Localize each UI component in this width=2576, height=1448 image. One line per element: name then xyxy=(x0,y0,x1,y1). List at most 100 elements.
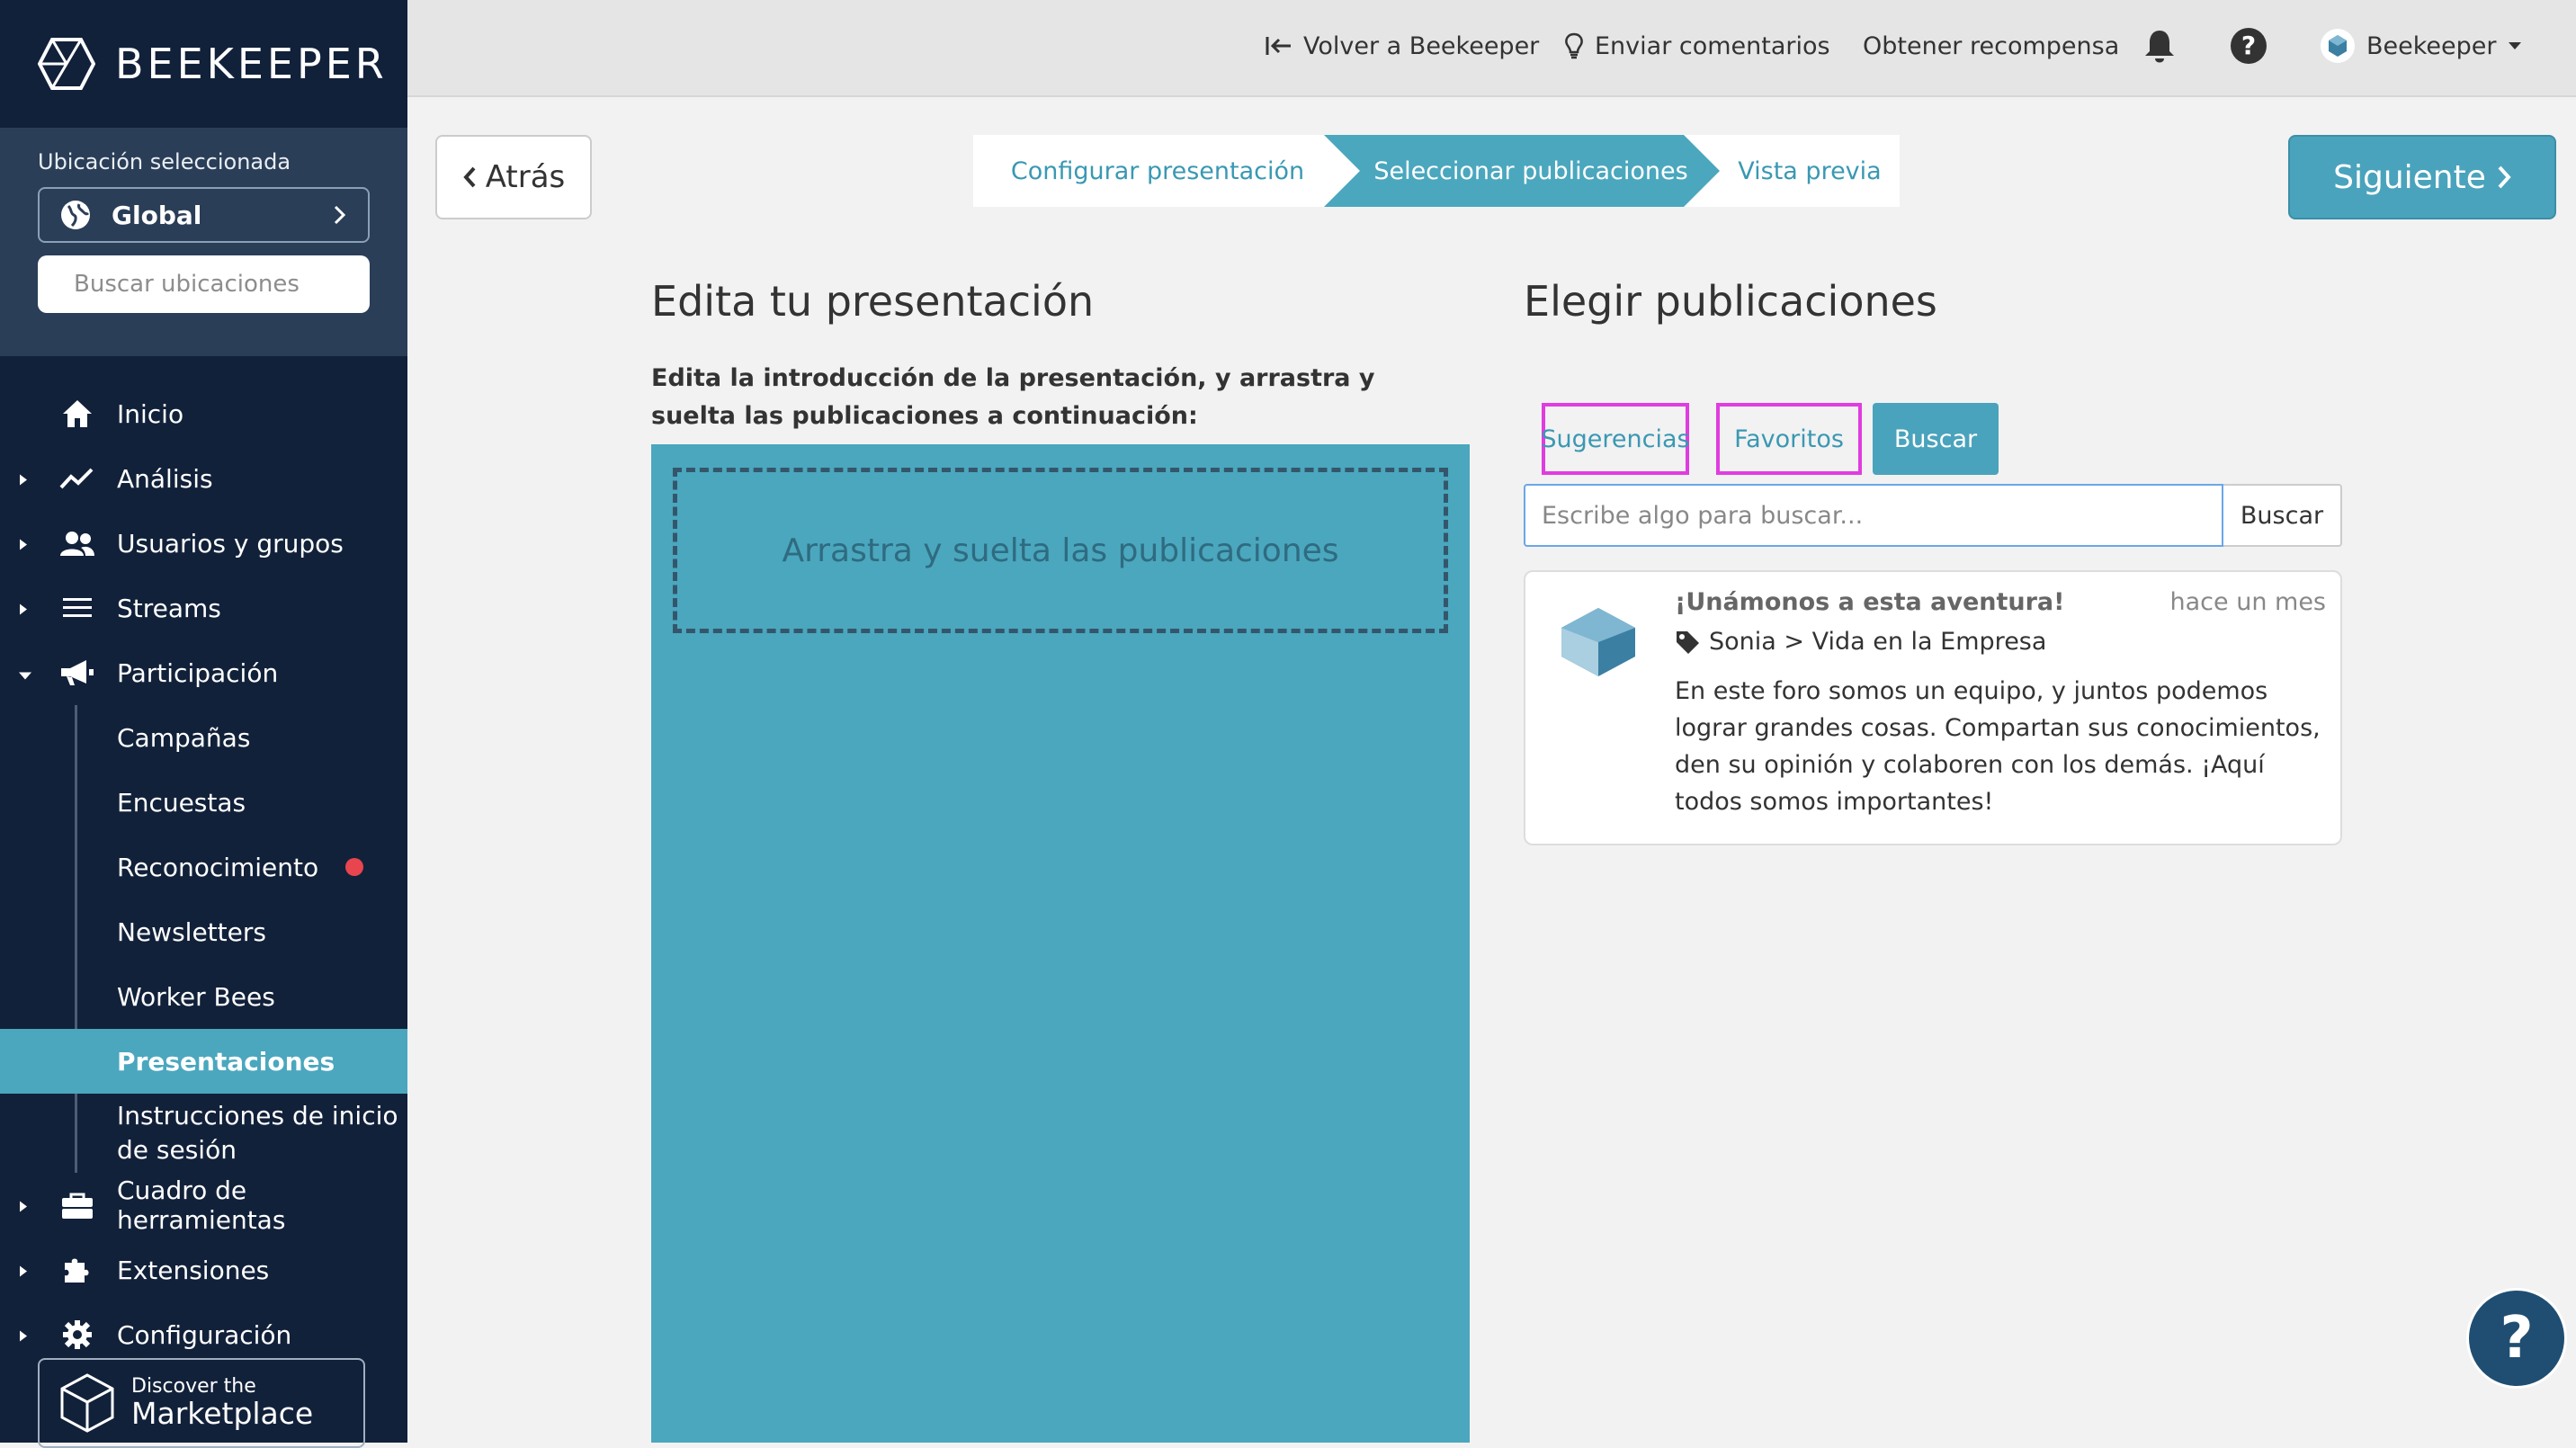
sidebar-item-label: Configuración xyxy=(117,1319,292,1350)
puzzle-icon xyxy=(59,1252,95,1288)
wizard-steps: Configurar presentación Seleccionar publ… xyxy=(973,135,1900,207)
sidebar-item-label: Extensiones xyxy=(117,1255,270,1285)
sidebar-item-analisis[interactable]: Análisis xyxy=(0,446,407,511)
back-button-label: Atrás xyxy=(485,159,566,195)
back-to-beekeeper-link[interactable]: Volver a Beekeeper xyxy=(1266,0,1539,92)
sidebar-item-reconocimiento[interactable]: Reconocimiento xyxy=(0,835,407,899)
tag-icon xyxy=(1677,630,1699,654)
step-label: Seleccionar publicaciones xyxy=(1373,156,1688,185)
caret-right-icon xyxy=(18,1320,29,1350)
question-circle-icon: ? xyxy=(2231,28,2267,64)
sidebar-item-presentaciones[interactable]: Presentaciones xyxy=(0,1029,407,1094)
lightbulb-icon xyxy=(1565,32,1583,59)
sidebar-item-usuarios[interactable]: Usuarios y grupos xyxy=(0,511,407,576)
marketplace-button[interactable]: Discover the Marketplace xyxy=(38,1358,365,1448)
avatar xyxy=(2321,29,2355,63)
sidebar-item-label: Cuadro de herramientas xyxy=(117,1175,286,1235)
post-card[interactable]: ¡Unámonos a esta aventura! hace un mes S… xyxy=(1524,570,2342,845)
sidebar-item-newsletters[interactable]: Newsletters xyxy=(0,899,407,964)
tab-favoritos[interactable]: Favoritos xyxy=(1716,403,1862,475)
caret-right-icon xyxy=(18,1191,29,1220)
sidebar-item-label: Reconocimiento xyxy=(117,852,319,882)
gear-icon xyxy=(59,1317,95,1353)
presentation-drop-panel[interactable]: Arrastra y suelta las publicaciones xyxy=(651,444,1470,1443)
notification-dot xyxy=(345,858,363,876)
step-label: Configurar presentación xyxy=(1010,156,1305,185)
sidebar-item-label: Streams xyxy=(117,593,221,623)
help-fab-label: ? xyxy=(2500,1305,2534,1372)
tab-label: Sugerencias xyxy=(1541,425,1690,453)
post-meta-text: Sonia > Vida en la Empresa xyxy=(1709,628,2047,656)
toolbox-icon xyxy=(59,1187,95,1223)
list-icon xyxy=(59,590,95,626)
tab-label: Favoritos xyxy=(1734,425,1844,453)
post-search-button-label: Buscar xyxy=(2240,501,2324,530)
tab-sugerencias[interactable]: Sugerencias xyxy=(1541,403,1690,475)
sidebar-item-streams[interactable]: Streams xyxy=(0,576,407,640)
location-panel: Ubicación seleccionada Global xyxy=(0,128,407,356)
globe-icon xyxy=(61,201,90,229)
chart-line-icon xyxy=(59,460,95,496)
location-search-input[interactable] xyxy=(72,270,367,299)
reward-link[interactable]: Obtener recompensa xyxy=(1863,0,2119,92)
marketplace-icon xyxy=(60,1373,114,1433)
sidebar-item-label: Campañas xyxy=(117,722,251,753)
sidebar-item-label: Usuarios y grupos xyxy=(117,528,344,559)
sidebar-item-instrucciones[interactable]: Instrucciones de inicio de sesión xyxy=(0,1094,407,1173)
post-search-button[interactable]: Buscar xyxy=(2223,484,2342,547)
bell-icon xyxy=(2145,31,2174,63)
participacion-submenu: Campañas Encuestas Reconocimiento Newsle… xyxy=(0,705,407,1173)
caret-right-icon xyxy=(18,464,29,494)
sidebar: BEEKEEPER Ubicación seleccionada Global … xyxy=(0,0,407,1448)
sidebar-item-participacion[interactable]: Participación xyxy=(0,640,407,705)
help-button[interactable]: ? xyxy=(2230,0,2267,92)
location-select[interactable]: Global xyxy=(38,187,370,243)
step-configurar[interactable]: Configurar presentación xyxy=(973,135,1342,207)
caret-down-icon xyxy=(2508,42,2521,49)
tab-buscar[interactable]: Buscar xyxy=(1873,403,1999,475)
back-button[interactable]: Atrás xyxy=(435,135,592,219)
sidebar-item-workerbees[interactable]: Worker Bees xyxy=(0,964,407,1029)
location-search[interactable] xyxy=(38,255,370,313)
caret-down-icon xyxy=(18,658,32,688)
caret-right-icon xyxy=(18,529,29,559)
chevron-right-icon xyxy=(2498,165,2511,189)
post-search-row: Buscar xyxy=(1524,484,2342,547)
home-icon xyxy=(59,396,95,432)
feedback-link[interactable]: Enviar comentarios xyxy=(1564,0,1830,92)
post-body: En este foro somos un equipo, y juntos p… xyxy=(1675,677,2321,816)
top-bar: Volver a Beekeeper Enviar comentarios Ob… xyxy=(407,0,2576,97)
next-button[interactable]: Siguiente xyxy=(2288,135,2556,219)
edit-presentation-title: Edita tu presentación xyxy=(651,277,1095,326)
sidebar-item-inicio[interactable]: Inicio xyxy=(0,381,407,446)
sidebar-item-herramientas[interactable]: Cuadro de herramientas xyxy=(0,1173,407,1238)
user-menu[interactable]: Beekeeper xyxy=(2320,0,2522,92)
sidebar-item-label: Análisis xyxy=(117,463,213,494)
edit-presentation-subtitle: Edita la introducción de la presentación… xyxy=(651,364,1375,430)
feedback-label: Enviar comentarios xyxy=(1595,31,1830,60)
step-label: Vista previa xyxy=(1738,156,1882,185)
location-value: Global xyxy=(112,200,202,230)
step-seleccionar[interactable]: Seleccionar publicaciones xyxy=(1351,135,1711,207)
sidebar-item-extensiones[interactable]: Extensiones xyxy=(0,1238,407,1302)
back-to-beekeeper-label: Volver a Beekeeper xyxy=(1303,31,1540,60)
sidebar-item-campanas[interactable]: Campañas xyxy=(0,705,407,770)
post-title: ¡Unámonos a esta aventura! xyxy=(1675,588,2065,616)
sidebar-item-encuestas[interactable]: Encuestas xyxy=(0,770,407,835)
notifications-button[interactable] xyxy=(2143,0,2176,92)
help-fab-button[interactable]: ? xyxy=(2466,1288,2567,1389)
drop-zone-label: Arrastra y suelta las publicaciones xyxy=(782,532,1339,569)
step-vista-previa[interactable]: Vista previa xyxy=(1720,135,1900,207)
brand-name: BEEKEEPER xyxy=(115,40,388,88)
svg-text:?: ? xyxy=(2241,31,2256,60)
post-time: hace un mes xyxy=(2169,588,2326,616)
location-label: Ubicación seleccionada xyxy=(38,149,291,174)
chevron-left-icon xyxy=(463,166,476,188)
sidebar-item-label: Inicio xyxy=(117,398,184,429)
brand[interactable]: BEEKEEPER xyxy=(0,0,407,128)
drop-zone[interactable]: Arrastra y suelta las publicaciones xyxy=(673,468,1448,633)
post-search-input[interactable] xyxy=(1524,484,2223,547)
caret-right-icon xyxy=(18,1256,29,1285)
user-name: Beekeeper xyxy=(2366,31,2497,60)
choose-posts-title: Elegir publicaciones xyxy=(1524,277,1937,326)
